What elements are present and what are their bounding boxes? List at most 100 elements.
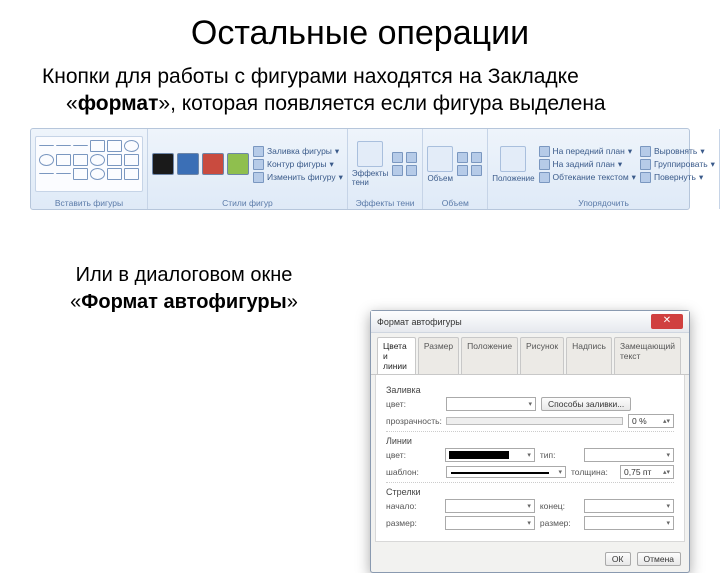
transparency-slider[interactable] [446,417,623,425]
shape-outline-button[interactable]: Контур фигуры ▾ [253,159,343,170]
thick-val-text: 0,75 пт [624,467,651,477]
label-line-type: тип: [540,450,579,460]
p2-post: » [287,291,298,313]
text-wrap-button[interactable]: Обтекание текстом ▾ [539,172,636,183]
bring-front-icon [539,146,550,157]
cancel-button[interactable]: Отмена [637,552,682,566]
send-back-icon [539,159,550,170]
tilt-up-icon[interactable] [457,152,468,163]
tilt-down-icon[interactable] [471,165,482,176]
swatch-2[interactable] [177,153,199,175]
ok-button[interactable]: ОК [605,552,631,566]
group-label: Группировать [654,159,708,169]
dialog-body: Заливка цвет: ▾ Способы заливки... прозр… [375,375,685,542]
label-pattern: шаблон: [386,467,441,477]
dialog-tabs: Цвета и линии Размер Положение Рисунок Н… [371,333,689,375]
shadow-effects-button[interactable]: Эффекты тени [352,141,388,187]
section-fill: Заливка [386,385,674,395]
paragraph-2: Или в диалоговом окне «Формат автофигуры… [54,262,314,316]
ribbon-label-3d: Объем [427,197,483,208]
label-arrow-begin-size: размер: [386,518,440,528]
send-back-button[interactable]: На задний план ▾ [539,159,636,170]
position-label: Положение [492,174,534,183]
nudge-up-icon[interactable] [392,152,403,163]
fill-effects-button[interactable]: Способы заливки... [541,397,631,411]
swatch-3[interactable] [202,153,224,175]
label-arrow-end: конец: [540,501,579,511]
outline-label: Контур фигуры [267,159,326,169]
shadow-label: Эффекты тени [352,169,388,187]
group-icon [640,159,651,170]
p1-post: », которая появляется если фигура выделе… [158,92,605,115]
position-button[interactable]: Положение [492,146,534,183]
slide: Остальные операции Кнопки для работы с ф… [0,0,720,540]
tab-picture[interactable]: Рисунок [520,337,564,374]
align-button[interactable]: Выровнять ▾ [640,146,715,157]
arrow-begin-select[interactable]: ▾ [445,499,535,513]
shapes-gallery[interactable] [35,136,143,192]
bring-front-button[interactable]: На передний план ▾ [539,146,636,157]
line-type-select[interactable]: ▾ [584,448,674,462]
tab-textbox[interactable]: Надпись [566,337,612,374]
3d-effects-button[interactable]: Объем [427,146,453,183]
style-swatches[interactable] [152,153,249,175]
dialog-title-text: Формат автофигуры [377,317,462,327]
section-arrows: Стрелки [386,487,674,497]
wrap-icon [539,172,550,183]
arrow-begin-size-select[interactable]: ▾ [445,516,535,530]
label-arrow-end-size: размер: [540,518,579,528]
label-color: цвет: [386,399,441,409]
ribbon-format-tab: Вставить фигуры Заливка фигуры ▾ Контур … [30,128,690,210]
change-shape-button[interactable]: Изменить фигуру ▾ [253,172,343,183]
p1-bold: формат [78,92,159,115]
slide-title: Остальные операции [30,14,690,53]
ribbon-group-insert-shapes: Вставить фигуры [31,129,148,209]
arrow-end-select[interactable]: ▾ [584,499,674,513]
nudge-left-icon[interactable] [392,165,403,176]
ribbon-label-insert: Вставить фигуры [35,197,143,208]
rotate-button[interactable]: Повернуть ▾ [640,172,715,183]
arrow-end-size-select[interactable]: ▾ [584,516,674,530]
back-label: На задний план [553,159,615,169]
nudge-down-icon[interactable] [406,165,417,176]
swatch-4[interactable] [227,153,249,175]
rotate-label: Повернуть [654,172,696,182]
ribbon-label-styles: Стили фигур [152,197,343,208]
swatch-1[interactable] [152,153,174,175]
wrap-label: Обтекание текстом [553,172,629,182]
tilt-right-icon[interactable] [471,152,482,163]
dialog-footer: ОК Отмена [371,546,689,572]
tab-alttext[interactable]: Замещающий текст [614,337,681,374]
fill-color-select[interactable]: ▾ [446,397,536,411]
tilt-left-icon[interactable] [457,165,468,176]
tab-colors-lines[interactable]: Цвета и линии [377,337,416,374]
p2-bold: Формат автофигуры [81,291,286,313]
line-thickness-input[interactable]: 0,75 пт▴▾ [620,465,674,479]
ribbon-group-arrange: Положение На передний план ▾ На задний п… [488,129,720,209]
3d-label: Объем [428,174,454,183]
ribbon-group-shadow: Эффекты тени Эффекты тени [348,129,423,209]
shape-fill-button[interactable]: Заливка фигуры ▾ [253,146,343,157]
paragraph-1: Кнопки для работы с фигурами находятся н… [66,63,690,118]
change-shape-icon [253,172,264,183]
close-button[interactable]: ✕ [651,314,683,329]
label-arrow-begin: начало: [386,501,440,511]
fill-label: Заливка фигуры [267,146,332,156]
line-color-select[interactable]: ▾ [445,448,535,462]
line-pattern-select[interactable]: ▾ [446,466,566,478]
label-thickness: толщина: [571,467,615,477]
group-button[interactable]: Группировать ▾ [640,159,715,170]
tab-size[interactable]: Размер [418,337,459,374]
rotate-icon [640,172,651,183]
front-label: На передний план [553,146,625,156]
pencil-icon [253,159,264,170]
bucket-icon [253,146,264,157]
tab-position[interactable]: Положение [461,337,518,374]
ribbon-label-shadow: Эффекты тени [352,197,418,208]
shadow-icon [357,141,383,167]
position-icon [500,146,526,172]
ribbon-group-shape-styles: Заливка фигуры ▾ Контур фигуры ▾ Изменит… [148,129,348,209]
transparency-value[interactable]: 0 %▴▾ [628,414,674,428]
nudge-right-icon[interactable] [406,152,417,163]
ribbon-label-arrange: Упорядочить [492,197,715,208]
